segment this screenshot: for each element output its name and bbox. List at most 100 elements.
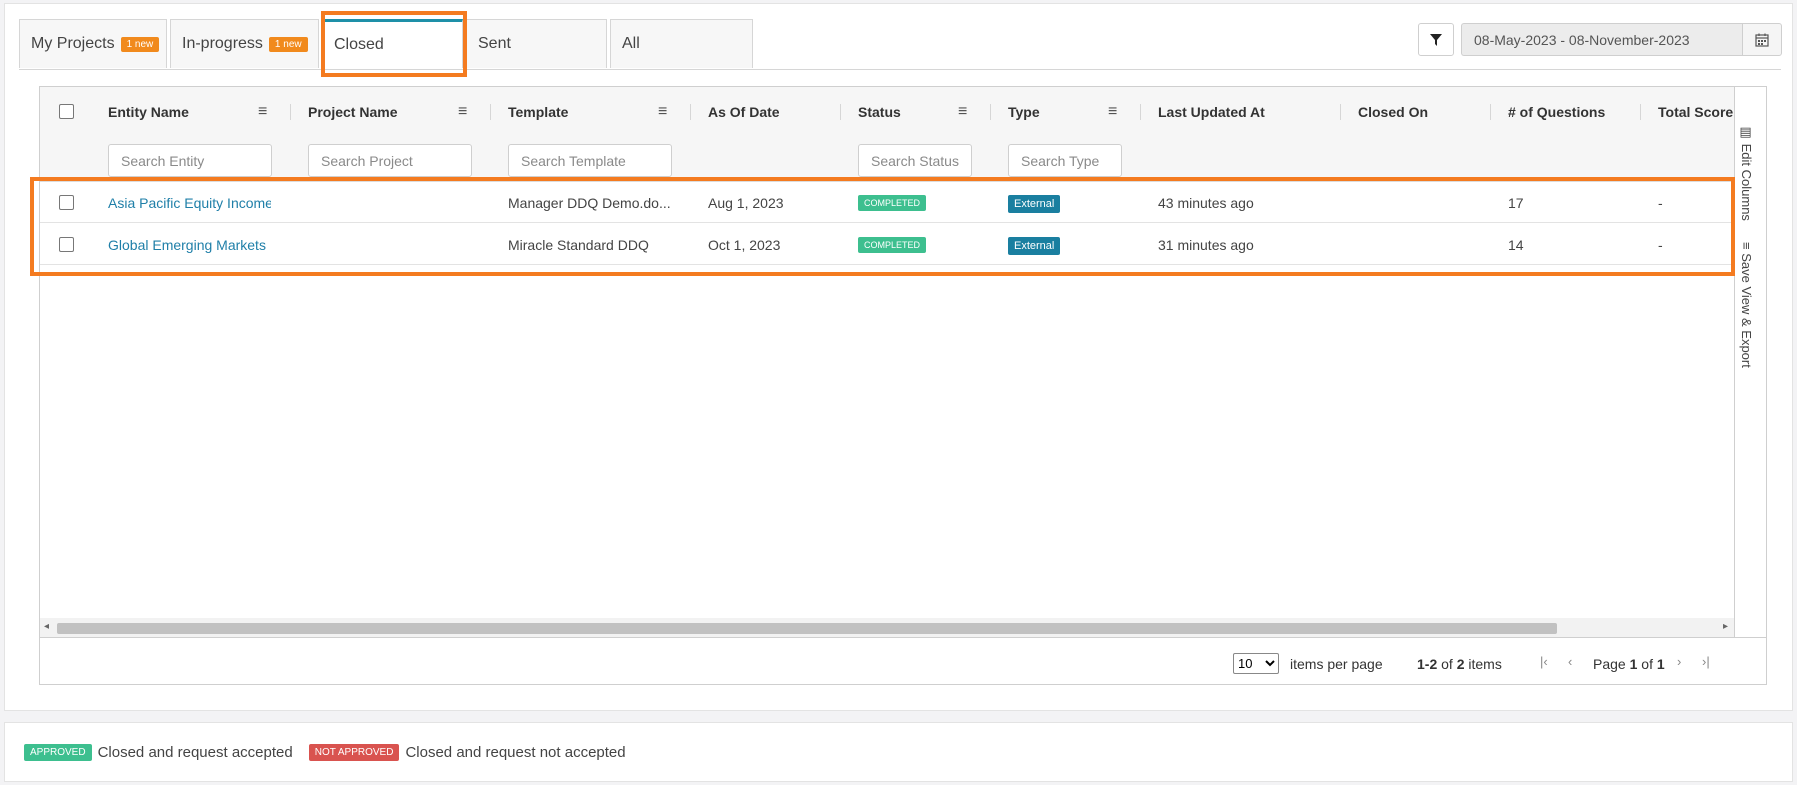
tab-my-projects[interactable]: My Projects 1 new [19, 19, 167, 68]
search-project-input[interactable] [308, 144, 472, 177]
page-word: Page [1593, 656, 1626, 672]
as-of-date-cell: Oct 1, 2023 [708, 237, 781, 253]
status-legend: APPROVED Closed and request accepted NOT… [4, 722, 1793, 782]
tab-closed[interactable]: Closed [322, 19, 463, 68]
of-text: of [1441, 656, 1453, 672]
column-menu-icon[interactable]: ≡ [258, 103, 267, 121]
as-of-date-cell: Aug 1, 2023 [708, 195, 784, 211]
not-approved-legend-text: Closed and request not accepted [405, 743, 626, 761]
columns-icon: ▤ [1739, 125, 1754, 144]
edit-columns-button[interactable]: ▤ Edit Columns [1739, 125, 1754, 221]
current-page: 1 [1629, 656, 1638, 672]
column-menu-icon[interactable]: ≡ [958, 103, 967, 121]
page-size-select[interactable]: 10 [1233, 653, 1279, 674]
horizontal-scrollbar[interactable]: ◂ ▸ [40, 618, 1734, 637]
page-count: 1 [1656, 656, 1665, 672]
projects-grid: Entity Name ≡ Project Name ≡ Template ≡ … [39, 86, 1767, 685]
column-resizer[interactable] [1490, 104, 1491, 120]
first-page-icon[interactable]: |‹ [1540, 654, 1548, 669]
save-view-export-button[interactable]: ≡ Save View & Export [1739, 242, 1754, 368]
tab-label: Closed [334, 36, 384, 53]
search-entity-input[interactable] [108, 144, 272, 177]
date-range-input[interactable]: 08-May-2023 - 08-November-2023 [1461, 23, 1742, 56]
project-tabs: My Projects 1 new In-progress 1 new Clos… [19, 19, 756, 70]
type-badge: External [1008, 195, 1061, 213]
type-badge: External [1008, 237, 1061, 255]
items-range-info: 1-2 of 2 items [1417, 656, 1502, 672]
column-header-status[interactable]: Status [858, 104, 901, 120]
list-icon: ≡ [1739, 242, 1754, 254]
column-resizer[interactable] [1140, 104, 1141, 120]
prev-page-icon[interactable]: ‹ [1568, 654, 1572, 669]
tab-in-progress[interactable]: In-progress 1 new [170, 19, 319, 68]
select-all-checkbox[interactable] [59, 104, 74, 119]
grid-header: Entity Name ≡ Project Name ≡ Template ≡ … [40, 87, 1734, 182]
tab-label: In-progress [182, 35, 263, 52]
column-header-template[interactable]: Template [508, 104, 568, 120]
column-resizer[interactable] [490, 104, 491, 120]
questions-cell: 14 [1508, 237, 1524, 253]
column-header-project-name[interactable]: Project Name [308, 104, 397, 120]
entity-link[interactable]: Asia Pacific Equity Income [108, 195, 271, 211]
items-per-page-label: items per page [1290, 656, 1383, 672]
tab-sent[interactable]: Sent [466, 19, 607, 68]
tab-divider [19, 69, 1781, 70]
status-badge: COMPLETED [858, 237, 927, 253]
page-of-word: of [1641, 656, 1653, 672]
grid-side-panel: ▤ Edit Columns ≡ Save View & Export [1734, 87, 1766, 637]
column-resizer[interactable] [990, 104, 991, 120]
range-value: 1-2 [1417, 656, 1438, 672]
scroll-right-icon[interactable]: ▸ [1723, 621, 1728, 632]
column-header-type[interactable]: Type [1008, 104, 1040, 120]
questions-cell: 17 [1508, 195, 1524, 211]
search-status-input[interactable] [858, 144, 972, 177]
save-view-label: Save View & Export [1739, 253, 1754, 368]
column-resizer[interactable] [1340, 104, 1341, 120]
column-menu-icon[interactable]: ≡ [658, 103, 667, 121]
scrollbar-thumb[interactable] [57, 623, 1557, 634]
column-menu-icon[interactable]: ≡ [1108, 103, 1117, 121]
items-text: items [1468, 656, 1502, 672]
row-checkbox[interactable] [59, 195, 74, 210]
scroll-left-icon[interactable]: ◂ [44, 621, 49, 632]
last-page-icon[interactable]: ›| [1702, 654, 1710, 669]
column-menu-icon[interactable]: ≡ [458, 103, 467, 121]
column-header-entity-name[interactable]: Entity Name [108, 104, 189, 120]
column-header-closed-on[interactable]: Closed On [1358, 104, 1428, 120]
tab-all[interactable]: All [610, 19, 753, 68]
pagination-bar: 10 items per page 1-2 of 2 items |‹ ‹ Pa… [40, 637, 1766, 685]
total-value: 2 [1456, 656, 1465, 672]
not-approved-badge: NOT APPROVED [308, 743, 400, 761]
approved-badge: APPROVED [24, 743, 92, 761]
template-cell: Manager DDQ Demo.do... [508, 195, 671, 211]
status-badge: COMPLETED [858, 195, 927, 211]
column-header-total-score[interactable]: Total Score [1658, 104, 1733, 120]
tab-label: My Projects [31, 35, 115, 52]
new-badge: 1 new [268, 36, 308, 52]
search-type-input[interactable] [1008, 144, 1122, 177]
entity-link[interactable]: Global Emerging Markets I [108, 237, 271, 253]
next-page-icon[interactable]: › [1677, 654, 1681, 669]
calendar-button[interactable] [1742, 23, 1782, 56]
table-row[interactable]: Asia Pacific Equity Income Manager DDQ D… [40, 182, 1734, 223]
last-updated-cell: 43 minutes ago [1158, 195, 1254, 211]
page-info: Page 1 of 1 [1593, 656, 1665, 672]
column-resizer[interactable] [290, 104, 291, 120]
search-template-input[interactable] [508, 144, 672, 177]
column-header-as-of-date[interactable]: As Of Date [708, 104, 780, 120]
column-header-questions[interactable]: # of Questions [1508, 104, 1605, 120]
column-resizer[interactable] [840, 104, 841, 120]
filter-button[interactable] [1418, 23, 1454, 56]
column-resizer[interactable] [690, 104, 691, 120]
template-cell: Miracle Standard DDQ [508, 237, 649, 253]
approved-legend-text: Closed and request accepted [97, 743, 293, 761]
column-header-last-updated-at[interactable]: Last Updated At [1158, 104, 1265, 120]
row-checkbox[interactable] [59, 237, 74, 252]
filter-icon [1430, 33, 1442, 46]
total-score-cell: - [1658, 195, 1663, 211]
tab-label: Sent [478, 35, 511, 52]
edit-columns-label: Edit Columns [1739, 143, 1754, 221]
total-score-cell: - [1658, 237, 1663, 253]
column-resizer[interactable] [1640, 104, 1641, 120]
table-row[interactable]: Global Emerging Markets I Miracle Standa… [40, 224, 1734, 265]
